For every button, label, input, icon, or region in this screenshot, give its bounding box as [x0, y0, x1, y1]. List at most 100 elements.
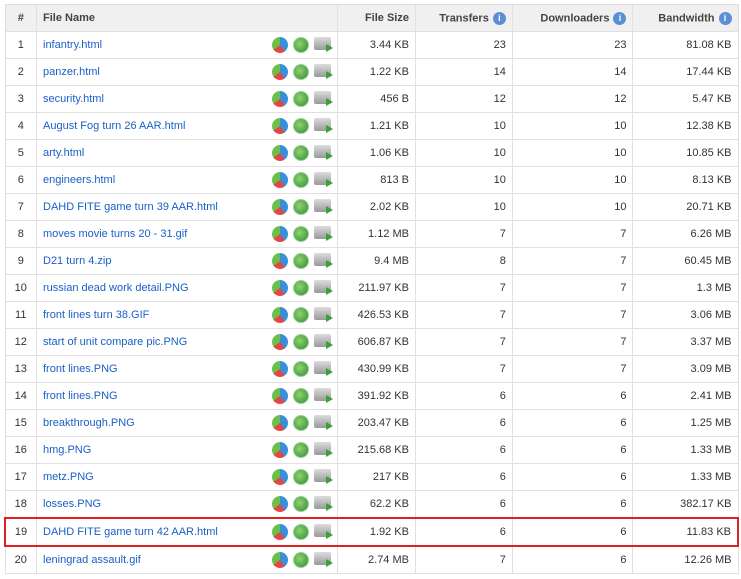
globe-icon[interactable]: [292, 280, 309, 296]
file-link[interactable]: engineers.html: [43, 174, 115, 186]
download-icon[interactable]: [313, 524, 333, 539]
file-link[interactable]: moves movie turns 20 - 31.gif: [43, 228, 187, 240]
globe-icon[interactable]: [292, 145, 309, 161]
download-icon[interactable]: [313, 226, 333, 241]
pie-chart-icon[interactable]: [271, 172, 288, 188]
file-size: 391.92 KB: [336, 382, 416, 410]
table-row: 18 losses.PNG 62.2 KB 6 6 382.17 KB: [4, 490, 739, 519]
pie-chart-icon[interactable]: [271, 415, 288, 431]
pie-chart-icon[interactable]: [271, 37, 288, 53]
file-link[interactable]: russian dead work detail.PNG: [43, 282, 189, 294]
download-icon[interactable]: [313, 64, 333, 79]
pie-chart-icon[interactable]: [271, 64, 288, 80]
globe-icon[interactable]: [292, 37, 309, 53]
row-number: 6: [4, 166, 37, 194]
download-icon[interactable]: [313, 496, 333, 511]
globe-icon[interactable]: [292, 307, 309, 323]
pie-chart-icon[interactable]: [271, 118, 288, 134]
pie-chart-icon[interactable]: [271, 334, 288, 350]
download-icon[interactable]: [313, 415, 333, 430]
file-link[interactable]: August Fog turn 26 AAR.html: [43, 120, 185, 132]
pie-chart-icon[interactable]: [271, 524, 288, 540]
globe-icon[interactable]: [292, 361, 309, 377]
globe-icon[interactable]: [292, 334, 309, 350]
download-icon[interactable]: [313, 307, 333, 322]
info-icon[interactable]: i: [718, 11, 732, 25]
file-link[interactable]: metz.PNG: [43, 471, 94, 483]
globe-icon[interactable]: [292, 172, 309, 188]
pie-chart-icon[interactable]: [271, 91, 288, 107]
download-icon[interactable]: [313, 91, 333, 106]
info-icon[interactable]: i: [492, 11, 506, 25]
file-link[interactable]: infantry.html: [43, 39, 102, 51]
pie-chart-icon[interactable]: [271, 307, 288, 323]
file-link[interactable]: panzer.html: [43, 66, 100, 78]
globe-icon[interactable]: [292, 552, 309, 568]
download-icon[interactable]: [313, 280, 333, 295]
download-icon[interactable]: [313, 361, 333, 376]
pie-chart-icon[interactable]: [271, 226, 288, 242]
download-icon[interactable]: [313, 552, 333, 567]
pie-chart-icon[interactable]: [271, 552, 288, 568]
globe-icon[interactable]: [292, 226, 309, 242]
bandwidth: 3.37 MB: [632, 328, 739, 356]
pie-chart-icon[interactable]: [271, 280, 288, 296]
pie-chart-icon[interactable]: [271, 469, 288, 485]
header-file-name[interactable]: File Name: [36, 4, 338, 32]
download-icon[interactable]: [313, 199, 333, 214]
globe-icon[interactable]: [292, 253, 309, 269]
file-link[interactable]: security.html: [43, 93, 104, 105]
header-bandwidth[interactable]: Bandwidth i: [632, 4, 739, 32]
globe-icon[interactable]: [292, 415, 309, 431]
globe-icon[interactable]: [292, 496, 309, 512]
download-icon[interactable]: [313, 388, 333, 403]
file-link[interactable]: front lines turn 38.GIF: [43, 309, 149, 321]
pie-chart-icon[interactable]: [271, 361, 288, 377]
row-number: 2: [4, 58, 37, 86]
transfers: 7: [414, 301, 513, 329]
download-icon[interactable]: [313, 253, 333, 268]
download-icon[interactable]: [313, 118, 333, 133]
globe-icon[interactable]: [292, 118, 309, 134]
download-icon[interactable]: [313, 145, 333, 160]
table-row: 16 hmg.PNG 215.68 KB 6 6 1.33 MB: [4, 436, 739, 464]
file-link[interactable]: hmg.PNG: [43, 444, 91, 456]
file-link[interactable]: front lines.PNG: [43, 390, 118, 402]
info-icon[interactable]: i: [613, 11, 627, 25]
download-icon[interactable]: [313, 334, 333, 349]
pie-chart-icon[interactable]: [271, 253, 288, 269]
download-icon[interactable]: [313, 442, 333, 457]
globe-icon[interactable]: [292, 388, 309, 404]
download-icon[interactable]: [313, 172, 333, 187]
pie-chart-icon[interactable]: [271, 442, 288, 458]
file-link[interactable]: losses.PNG: [43, 498, 101, 510]
transfers: 6: [414, 517, 513, 547]
globe-icon[interactable]: [292, 91, 309, 107]
globe-icon[interactable]: [292, 469, 309, 485]
file-link[interactable]: DAHD FITE game turn 42 AAR.html: [43, 526, 218, 538]
pie-chart-icon[interactable]: [271, 388, 288, 404]
pie-chart-icon[interactable]: [271, 145, 288, 161]
header-number: #: [4, 4, 37, 32]
file-link[interactable]: breakthrough.PNG: [43, 417, 135, 429]
file-link[interactable]: front lines.PNG: [43, 363, 118, 375]
table-row: 6 engineers.html 813 B 10 10 8.13 KB: [4, 166, 739, 194]
globe-icon[interactable]: [292, 524, 309, 540]
file-size: 9.4 MB: [336, 247, 416, 275]
globe-icon[interactable]: [292, 199, 309, 215]
pie-chart-icon[interactable]: [271, 496, 288, 512]
file-link[interactable]: DAHD FITE game turn 39 AAR.html: [43, 201, 218, 213]
globe-icon[interactable]: [292, 442, 309, 458]
download-icon[interactable]: [313, 37, 333, 52]
file-link[interactable]: leningrad assault.gif: [43, 554, 141, 566]
bandwidth: 1.33 MB: [632, 463, 739, 491]
file-link[interactable]: D21 turn 4.zip: [43, 255, 111, 267]
file-link[interactable]: start of unit compare pic.PNG: [43, 336, 187, 348]
globe-icon[interactable]: [292, 64, 309, 80]
header-file-size[interactable]: File Size: [336, 4, 416, 32]
download-icon[interactable]: [313, 469, 333, 484]
pie-chart-icon[interactable]: [271, 199, 288, 215]
header-downloaders[interactable]: Downloaders i: [511, 4, 634, 32]
file-link[interactable]: arty.html: [43, 147, 84, 159]
header-transfers[interactable]: Transfers i: [414, 4, 513, 32]
